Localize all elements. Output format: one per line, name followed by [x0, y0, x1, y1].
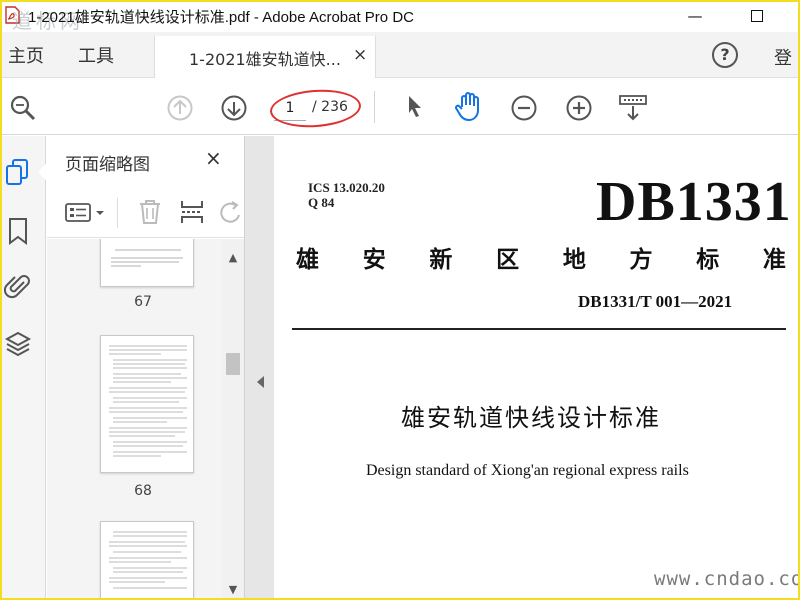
page-fit-icon[interactable] [618, 93, 648, 127]
region-char: 地 [562, 247, 586, 273]
panel-divider [117, 198, 118, 228]
active-panel-notch [38, 164, 46, 180]
site-watermark: www.cndao.com [654, 568, 800, 590]
page-thumbnails-icon[interactable] [4, 158, 32, 192]
scroll-up-arrow-icon[interactable]: ▲ [222, 251, 244, 269]
zoom-in-icon[interactable] [565, 94, 593, 126]
maximize-button[interactable] [734, 0, 780, 32]
thumbnails-panel: 页面缩略图 × 67 68 ▲ ▼ [47, 136, 244, 600]
region-char: 新 [429, 247, 453, 273]
panel-title: 页面缩略图 [65, 155, 150, 175]
layers-icon[interactable] [4, 330, 32, 364]
document-tab[interactable]: 1-2021雄安轨道快... × [154, 36, 376, 78]
region-char: 区 [496, 247, 520, 273]
thumbnail-page[interactable] [100, 239, 194, 287]
window-title: 1-2021雄安轨道快线设计标准.pdf - Adobe Acrobat Pro… [28, 9, 414, 26]
thumbnail-page-number: 67 [134, 294, 152, 310]
document-title-english: Design standard of Xiong'an regional exp… [366, 462, 689, 479]
hand-icon[interactable] [454, 91, 484, 127]
q-line: Q 84 [308, 195, 335, 210]
thumbnail-scrollbar[interactable]: ▲ ▼ [222, 239, 244, 600]
page-down-icon[interactable] [220, 94, 248, 126]
menu-tools[interactable]: 工具 [78, 42, 114, 68]
document-page: ICS 13.020.20 Q 84 DB1331 雄 安 新 区 地 方 标 … [274, 136, 800, 600]
thumbnail-page[interactable] [100, 335, 194, 473]
thumbnail-list[interactable]: 67 68 [47, 239, 222, 600]
delete-page-icon[interactable] [137, 198, 163, 230]
region-char: 安 [362, 247, 386, 273]
attachment-icon[interactable] [3, 272, 32, 306]
region-char: 标 [696, 247, 720, 273]
rotate-page-icon[interactable] [219, 200, 243, 230]
scrollbar-thumb[interactable] [226, 353, 240, 375]
maximize-icon [751, 10, 763, 22]
document-tab-label: 1-2021雄安轨道快... [189, 50, 341, 69]
thumbnail-page[interactable] [100, 521, 194, 600]
menu-home[interactable]: 主页 [8, 42, 44, 68]
collapse-panel-icon[interactable] [257, 376, 264, 388]
help-icon[interactable]: ? [712, 42, 738, 68]
panel-toolbar [47, 188, 244, 238]
panel-splitter[interactable] [244, 136, 274, 600]
region-char: 方 [629, 247, 653, 273]
navigation-rail [0, 136, 46, 600]
document-title-chinese: 雄安轨道快线设计标准 [401, 404, 661, 432]
minimize-button[interactable]: — [672, 0, 718, 32]
ics-code: ICS 13.020.20 Q 84 [308, 180, 385, 210]
toolbar-divider [374, 91, 375, 123]
region-char: 准 [762, 247, 786, 273]
login-button[interactable]: 登 [774, 44, 792, 70]
thumbnail-page-number: 68 [134, 483, 152, 499]
ics-line: ICS 13.020.20 [308, 180, 385, 195]
tab-close-button[interactable]: × [353, 45, 367, 65]
toolbar: 1 / 236 [0, 79, 800, 135]
header-rule [292, 328, 786, 330]
menu-bar: 主页 工具 1-2021雄安轨道快... × ? 登 [0, 32, 800, 78]
title-bar: 道标网 1-2021雄安轨道快线设计标准.pdf - Adobe Acrobat… [0, 0, 800, 33]
annotation-circle [268, 86, 363, 131]
zoom-icon[interactable] [8, 93, 38, 127]
panel-close-button[interactable]: × [205, 146, 222, 170]
insert-page-icon[interactable] [179, 198, 205, 230]
page-up-icon[interactable] [166, 94, 194, 126]
bookmark-icon[interactable] [4, 216, 32, 250]
region-standard-title: 雄 安 新 区 地 方 标 准 [296, 240, 786, 274]
db-code-heading: DB1331 [596, 171, 792, 233]
scroll-down-arrow-icon[interactable]: ▼ [222, 583, 244, 599]
region-char: 雄 [296, 247, 319, 273]
thumbnail-options-icon[interactable] [65, 202, 109, 228]
select-arrow-icon[interactable] [404, 93, 426, 125]
zoom-out-icon[interactable] [510, 94, 538, 126]
standard-code: DB1331/T 001—2021 [578, 292, 733, 311]
